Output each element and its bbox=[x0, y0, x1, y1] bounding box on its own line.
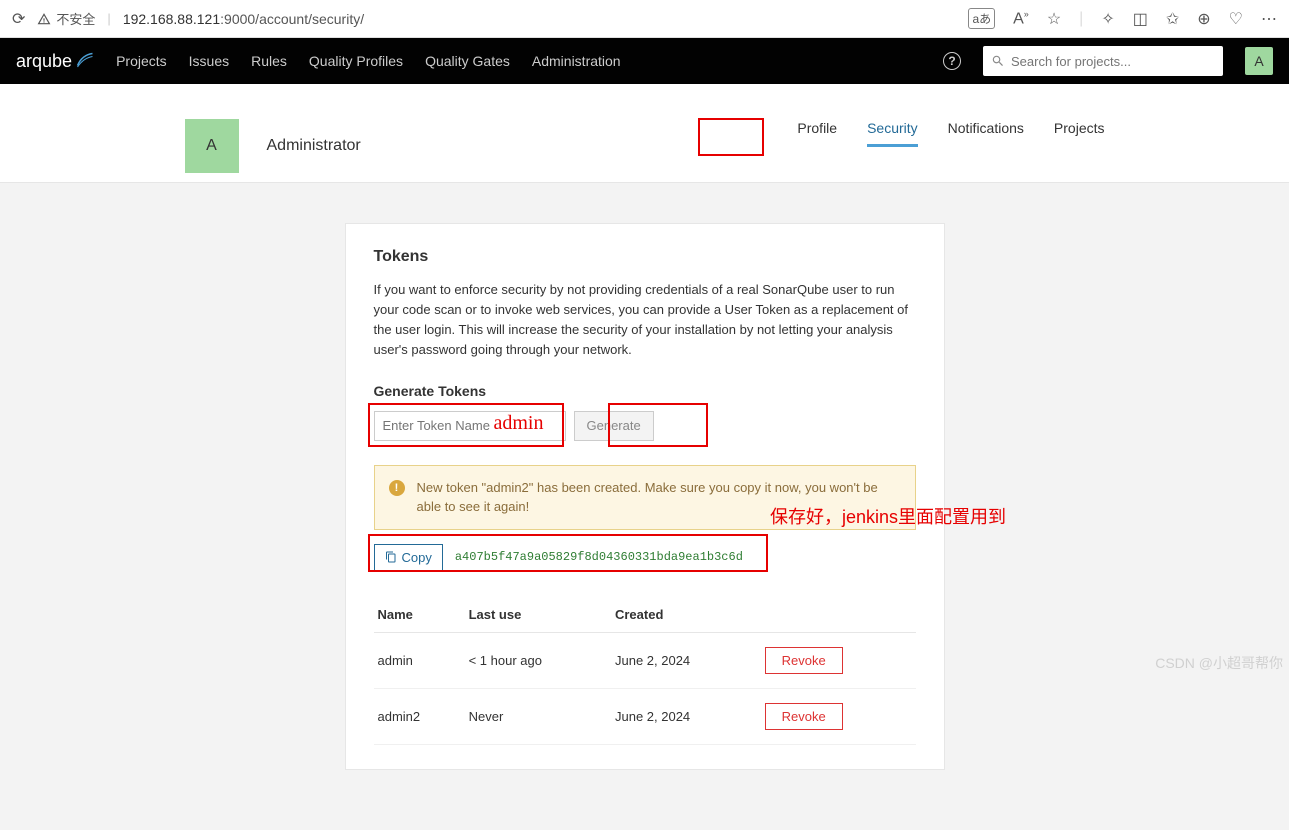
th-last-use: Last use bbox=[465, 597, 611, 633]
warning-icon bbox=[37, 12, 51, 26]
cell-last-use: Never bbox=[465, 688, 611, 744]
tab-profile[interactable]: Profile bbox=[797, 120, 837, 144]
favorites-bar-icon[interactable]: ✩ bbox=[1166, 9, 1179, 29]
cell-last-use: < 1 hour ago bbox=[465, 632, 611, 688]
tab-projects[interactable]: Projects bbox=[1054, 120, 1105, 144]
more-icon[interactable]: ⋯ bbox=[1261, 9, 1277, 29]
th-name: Name bbox=[374, 597, 465, 633]
table-row: admin2 Never June 2, 2024 Revoke bbox=[374, 688, 916, 744]
generate-row: Generate admin bbox=[374, 411, 916, 441]
account-tabs: Profile Security Notifications Projects bbox=[797, 110, 1104, 182]
revoke-button[interactable]: Revoke bbox=[765, 647, 843, 674]
th-action bbox=[761, 597, 916, 633]
copy-icon bbox=[385, 551, 397, 563]
account-header: A Administrator Profile Security Notific… bbox=[0, 84, 1289, 183]
nav-administration[interactable]: Administration bbox=[532, 53, 621, 69]
generate-tokens-title: Generate Tokens bbox=[374, 383, 916, 399]
logo-wave-icon bbox=[76, 52, 94, 70]
browser-toolbar-icons: aあ A» ☆ | ✧ ◫ ✩ ⊕ ♡ ⋯ bbox=[968, 8, 1277, 29]
nav-quality-gates[interactable]: Quality Gates bbox=[425, 53, 510, 69]
insecure-badge: 不安全 bbox=[37, 9, 95, 28]
cell-created: June 2, 2024 bbox=[611, 688, 761, 744]
nav-issues[interactable]: Issues bbox=[189, 53, 229, 69]
cell-name: admin bbox=[374, 632, 465, 688]
tokens-table: Name Last use Created admin < 1 hour ago… bbox=[374, 597, 916, 745]
watermark: CSDN @小超哥帮你 bbox=[1155, 653, 1283, 673]
nav-projects[interactable]: Projects bbox=[116, 53, 167, 69]
split-icon[interactable]: ◫ bbox=[1133, 9, 1148, 29]
user-avatar-large: A bbox=[185, 119, 239, 173]
th-created: Created bbox=[611, 597, 761, 633]
token-value-row: Copy a407b5f47a9a05829f8d04360331bda9ea1… bbox=[374, 544, 916, 571]
alert-icon: ! bbox=[389, 480, 405, 496]
favorite-icon[interactable]: ☆ bbox=[1047, 9, 1061, 29]
token-name-input[interactable] bbox=[374, 411, 566, 441]
nav-quality-profiles[interactable]: Quality Profiles bbox=[309, 53, 403, 69]
tab-notifications[interactable]: Notifications bbox=[948, 120, 1024, 144]
translate-icon[interactable]: aあ bbox=[968, 8, 995, 29]
search-box[interactable] bbox=[983, 46, 1223, 76]
cell-created: June 2, 2024 bbox=[611, 632, 761, 688]
revoke-button[interactable]: Revoke bbox=[765, 703, 843, 730]
tokens-card: Tokens If you want to enforce security b… bbox=[345, 223, 945, 770]
tokens-title: Tokens bbox=[374, 248, 916, 266]
tab-security[interactable]: Security bbox=[867, 120, 918, 147]
username-display: Administrator bbox=[267, 137, 361, 155]
top-navigation: arqube Projects Issues Rules Quality Pro… bbox=[0, 38, 1289, 84]
sonarqube-logo[interactable]: arqube bbox=[16, 51, 94, 72]
cell-name: admin2 bbox=[374, 688, 465, 744]
generate-button[interactable]: Generate bbox=[574, 411, 654, 441]
performance-icon[interactable]: ♡ bbox=[1229, 9, 1243, 29]
extensions-icon[interactable]: ✧ bbox=[1101, 9, 1114, 29]
page-content: Tokens If you want to enforce security b… bbox=[0, 183, 1289, 830]
search-icon bbox=[991, 54, 1005, 68]
user-avatar-small[interactable]: A bbox=[1245, 47, 1273, 75]
copy-button-label: Copy bbox=[402, 550, 432, 565]
browser-address-bar: ⟳ 不安全 | 192.168.88.121:9000/account/secu… bbox=[0, 0, 1289, 38]
table-row: admin < 1 hour ago June 2, 2024 Revoke bbox=[374, 632, 916, 688]
search-input[interactable] bbox=[1011, 54, 1215, 69]
copy-button[interactable]: Copy bbox=[374, 544, 443, 571]
collections-icon[interactable]: ⊕ bbox=[1197, 9, 1210, 29]
read-aloud-icon[interactable]: A» bbox=[1013, 9, 1029, 28]
insecure-label: 不安全 bbox=[56, 9, 95, 28]
nav-rules[interactable]: Rules bbox=[251, 53, 287, 69]
reload-icon[interactable]: ⟳ bbox=[12, 9, 25, 29]
token-value: a407b5f47a9a05829f8d04360331bda9ea1b3c6d bbox=[455, 550, 743, 564]
annotation-text-save: 保存好，jenkins里面配置用到 bbox=[770, 503, 1006, 529]
help-icon[interactable]: ? bbox=[943, 52, 961, 70]
tokens-description: If you want to enforce security by not p… bbox=[374, 280, 916, 361]
url-display[interactable]: 192.168.88.121:9000/account/security/ bbox=[123, 11, 957, 27]
